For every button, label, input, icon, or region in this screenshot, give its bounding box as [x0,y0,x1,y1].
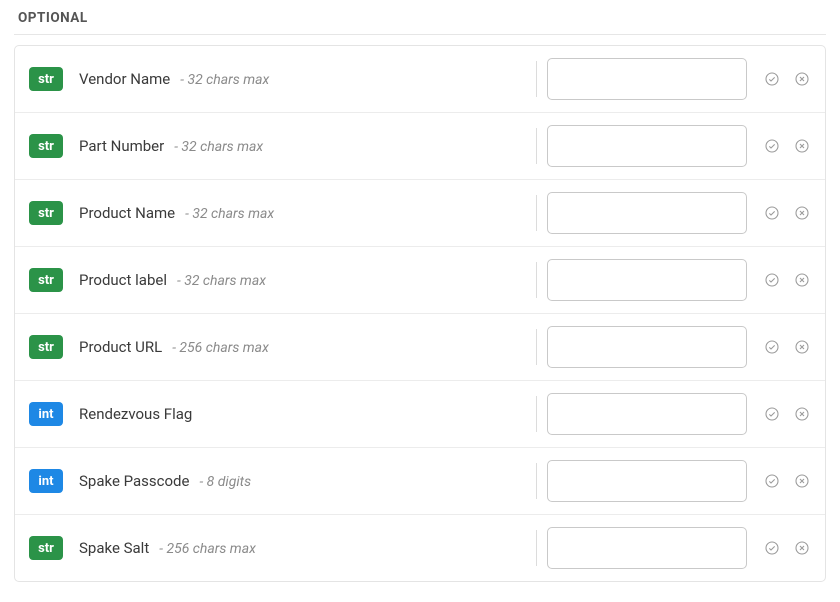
field-label-area: Product URL 256 chars max [79,338,526,356]
divider [536,329,537,365]
field-actions [763,405,811,423]
close-circle-icon[interactable] [793,137,811,155]
check-circle-icon[interactable] [763,137,781,155]
field-label: Product Name [79,204,175,222]
field-label: Rendezvous Flag [79,405,192,423]
field-row-product-name: str Product Name 32 chars max [15,180,825,247]
close-circle-icon[interactable] [793,472,811,490]
field-row-rendezvous-flag: int Rendezvous Flag [15,381,825,448]
field-label: Vendor Name [79,70,170,88]
field-hint: 8 digits [199,474,251,490]
spake-salt-input[interactable] [547,527,747,569]
field-input-cell [547,125,747,167]
field-actions [763,70,811,88]
field-row-vendor-name: str Vendor Name 32 chars max [15,46,825,113]
type-tag-str: str [29,134,63,158]
type-tag-str: str [29,268,63,292]
field-label-area: Spake Salt 256 chars max [79,539,526,557]
field-label-area: Spake Passcode 8 digits [79,472,526,490]
product-label-input[interactable] [547,259,747,301]
field-input-cell [547,326,747,368]
type-tag-str: str [29,536,63,560]
close-circle-icon[interactable] [793,539,811,557]
product-name-input[interactable] [547,192,747,234]
field-label: Product label [79,271,167,289]
field-row-product-url: str Product URL 256 chars max [15,314,825,381]
field-input-cell [547,393,747,435]
field-label: Part Number [79,137,164,155]
optional-fields-list: str Vendor Name 32 chars max str Part Nu… [14,45,826,582]
field-label-area: Part Number 32 chars max [79,137,526,155]
field-actions [763,472,811,490]
type-tag-int: int [29,402,63,426]
field-actions [763,137,811,155]
field-label-area: Vendor Name 32 chars max [79,70,526,88]
field-hint: 32 chars max [174,139,263,155]
vendor-name-input[interactable] [547,58,747,100]
field-actions [763,338,811,356]
check-circle-icon[interactable] [763,405,781,423]
product-url-input[interactable] [547,326,747,368]
close-circle-icon[interactable] [793,271,811,289]
field-label-area: Product Name 32 chars max [79,204,526,222]
field-hint: 256 chars max [159,541,256,557]
divider [536,463,537,499]
field-input-cell [547,58,747,100]
field-label-area: Product label 32 chars max [79,271,526,289]
type-tag-str: str [29,201,63,225]
rendezvous-flag-input[interactable] [547,393,747,435]
field-label-area: Rendezvous Flag [79,405,526,423]
divider [536,396,537,432]
type-tag-str: str [29,335,63,359]
check-circle-icon[interactable] [763,472,781,490]
check-circle-icon[interactable] [763,539,781,557]
close-circle-icon[interactable] [793,70,811,88]
check-circle-icon[interactable] [763,338,781,356]
field-row-spake-salt: str Spake Salt 256 chars max [15,515,825,581]
field-row-product-label: str Product label 32 chars max [15,247,825,314]
type-tag-int: int [29,469,63,493]
field-label: Spake Salt [79,539,149,557]
field-hint: 32 chars max [177,273,266,289]
check-circle-icon[interactable] [763,204,781,222]
divider [536,128,537,164]
field-hint: 256 chars max [172,340,269,356]
field-actions [763,539,811,557]
part-number-input[interactable] [547,125,747,167]
field-row-spake-passcode: int Spake Passcode 8 digits [15,448,825,515]
field-hint: 32 chars max [185,206,274,222]
close-circle-icon[interactable] [793,204,811,222]
divider [536,530,537,566]
field-input-cell [547,460,747,502]
field-actions [763,271,811,289]
check-circle-icon[interactable] [763,70,781,88]
close-circle-icon[interactable] [793,405,811,423]
divider [536,61,537,97]
field-input-cell [547,192,747,234]
spake-passcode-input[interactable] [547,460,747,502]
field-actions [763,204,811,222]
type-tag-str: str [29,67,63,91]
field-label: Spake Passcode [79,472,189,490]
close-circle-icon[interactable] [793,338,811,356]
field-input-cell [547,259,747,301]
field-input-cell [547,527,747,569]
field-label: Product URL [79,338,162,356]
field-row-part-number: str Part Number 32 chars max [15,113,825,180]
field-hint: 32 chars max [180,72,269,88]
section-header-optional: OPTIONAL [14,6,826,35]
divider [536,195,537,231]
divider [536,262,537,298]
check-circle-icon[interactable] [763,271,781,289]
